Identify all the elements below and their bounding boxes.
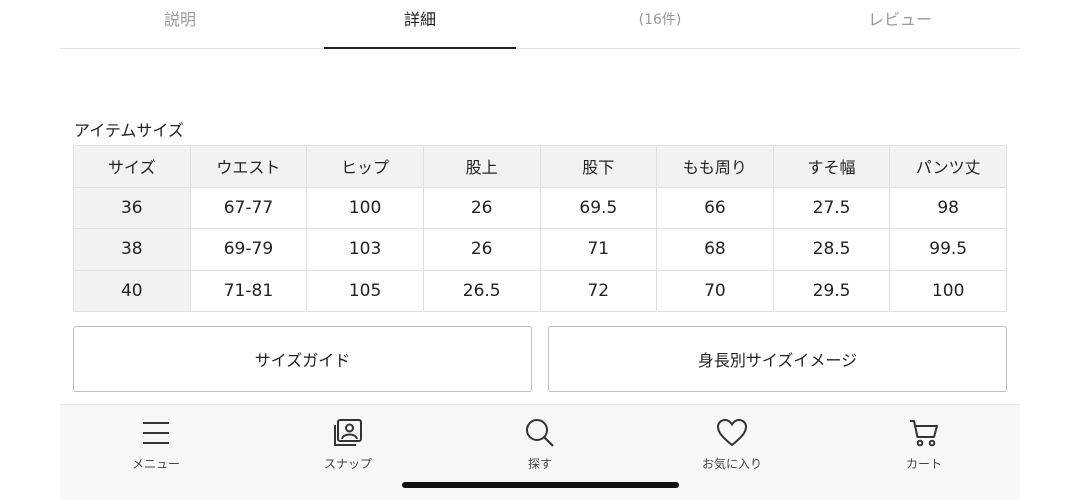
header-hip: ヒップ	[306, 145, 424, 188]
header-hem-width: すそ幅	[772, 145, 891, 188]
nav-label-cart: カート	[905, 457, 942, 471]
table-cell: 68	[656, 228, 774, 271]
table-cell: 67-77	[189, 186, 308, 230]
tab-description[interactable]: 説明	[60, 0, 300, 48]
tab-count[interactable]: (16件)	[540, 0, 780, 48]
table-row: 36 67-77 100 26 69.5 66 27.5 98	[73, 186, 1007, 230]
table-cell: 28.5	[772, 228, 891, 271]
table-cell: 69-79	[189, 228, 308, 271]
header-waist: ウエスト	[189, 145, 308, 188]
header-pants-length: パンツ丈	[889, 145, 1007, 188]
table-cell: 27.5	[772, 186, 891, 230]
table-row: 40 71-81 105 26.5 72 70 29.5 100	[73, 269, 1007, 313]
table-cell: 26.5	[422, 269, 541, 313]
heart-icon	[716, 418, 748, 447]
table-cell: 100	[306, 186, 424, 230]
table-row: 38 69-79 103 26 71 68 28.5 99.5	[73, 228, 1007, 271]
table-cell: 99.5	[889, 228, 1007, 271]
header-inseam: 股下	[539, 145, 658, 188]
table-cell: 66	[656, 186, 774, 230]
table-cell: 71-81	[189, 269, 308, 313]
table-cell: 40	[73, 269, 191, 313]
table-header-row: サイズ ウエスト ヒップ 股上 股下 もも周り すそ幅 パンツ丈	[73, 145, 1007, 188]
nav-label-snap: スナップ	[323, 457, 372, 471]
tab-bar: 説明 詳細 (16件) レビュー	[60, 0, 1020, 49]
table-cell: 72	[539, 269, 658, 313]
table-cell: 100	[889, 269, 1007, 313]
table-cell: 105	[306, 269, 424, 313]
table-cell: 38	[73, 228, 191, 271]
tab-details[interactable]: 詳細	[300, 0, 540, 49]
nav-label-favorites: お気に入り	[701, 457, 762, 471]
height-size-image-button[interactable]: 身長別サイズイメージ	[548, 326, 1007, 392]
table-cell: 36	[73, 186, 191, 230]
table-cell: 29.5	[772, 269, 891, 313]
table-cell: 26	[422, 186, 541, 230]
search-icon	[526, 419, 554, 447]
table-cell: 70	[656, 269, 774, 313]
menu-icon	[143, 422, 169, 444]
nav-item-menu[interactable]: メニュー	[60, 405, 252, 500]
table-cell: 103	[306, 228, 424, 271]
nav-item-cart[interactable]: カート	[828, 405, 1020, 500]
table-cell: 98	[889, 186, 1007, 230]
table-cell: 71	[539, 228, 658, 271]
header-size: サイズ	[73, 145, 191, 188]
table-cell: 26	[422, 228, 541, 271]
home-indicator	[402, 482, 679, 488]
size-table: サイズ ウエスト ヒップ 股上 股下 もも周り すそ幅 パンツ丈 36 67-7…	[73, 145, 1007, 313]
item-size-title: アイテムサイズ	[74, 121, 184, 140]
table-cell: 69.5	[539, 186, 658, 230]
nav-label-menu: メニュー	[131, 457, 180, 471]
size-guide-button[interactable]: サイズガイド	[73, 326, 532, 392]
tab-reviews[interactable]: レビュー	[780, 0, 1020, 48]
snap-icon	[334, 419, 362, 446]
header-rise: 股上	[422, 145, 541, 188]
cart-icon	[910, 420, 938, 447]
header-thigh: もも周り	[656, 145, 774, 188]
nav-label-search: 探す	[527, 457, 552, 471]
